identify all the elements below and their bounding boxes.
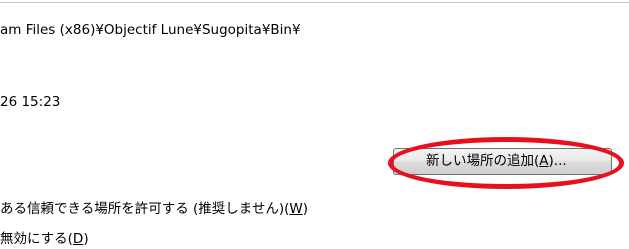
allow-network-locations-option[interactable]: ある信頼できる場所を許可する (推奨しません)(W) bbox=[0, 200, 308, 218]
location-path-value: am Files (x86)¥Objectif Lune¥Sugopita¥Bi… bbox=[0, 22, 301, 38]
add-location-mnemonic: A bbox=[539, 153, 549, 169]
add-location-label-prefix: 新しい場所の追加( bbox=[426, 153, 540, 169]
allow-network-mnemonic: W bbox=[289, 201, 303, 217]
add-location-label-suffix: )... bbox=[548, 153, 567, 169]
modified-date-value: 26 15:23 bbox=[0, 94, 61, 110]
disable-all-label-suffix: ) bbox=[83, 231, 89, 247]
disable-all-label-prefix: 無効にする( bbox=[0, 231, 73, 247]
allow-network-label-suffix: ) bbox=[302, 201, 309, 217]
modified-date-text: 26 15:23 bbox=[0, 93, 60, 111]
top-divider bbox=[0, 2, 629, 3]
allow-network-label-prefix: ある信頼できる場所を許可する (推奨しません)( bbox=[0, 201, 290, 217]
disable-all-locations-option[interactable]: 無効にする(D) bbox=[0, 230, 89, 248]
disable-all-mnemonic: D bbox=[72, 231, 84, 247]
add-new-location-button[interactable]: 新しい場所の追加(A)... bbox=[393, 148, 612, 175]
location-path-text: am Files (x86)¥Objectif Lune¥Sugopita¥Bi… bbox=[0, 21, 301, 39]
